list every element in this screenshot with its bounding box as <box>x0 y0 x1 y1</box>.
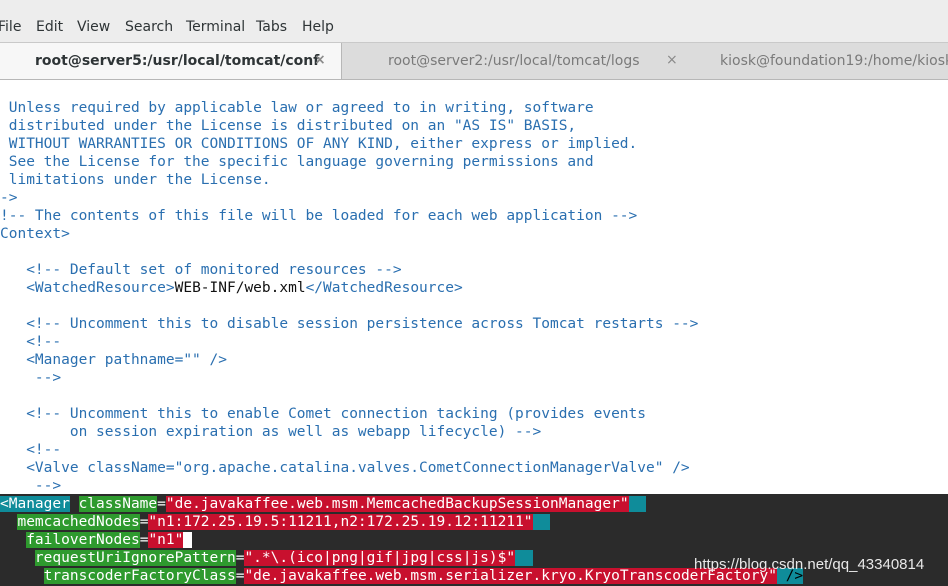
terminal-line: --> <box>0 478 62 494</box>
terminal-line: Context> <box>0 226 70 242</box>
attr-name: transcoderFactoryClass <box>43 568 236 584</box>
menu-help[interactable]: Help <box>302 19 334 35</box>
attr-name: requestUriIgnorePattern <box>34 550 236 566</box>
manager-line: memcachedNodes="n1:172.25.19.5:11211,n2:… <box>0 513 550 531</box>
tab-foundation19[interactable]: kiosk@foundation19:/home/kiosk/ <box>696 43 948 79</box>
terminal-line: <!-- <box>0 442 62 458</box>
space <box>69 496 79 512</box>
menu-file[interactable]: File <box>0 19 21 35</box>
manager-line: transcoderFactoryClass="de.javakaffee.we… <box>0 567 804 585</box>
terminal-line: --> <box>0 370 62 386</box>
tab-label: root@server2:/usr/local/tomcat/logs <box>388 53 640 69</box>
terminal-line: <Manager pathname="" /> <box>0 352 227 368</box>
menu-view[interactable]: View <box>77 19 110 35</box>
terminal-line: <!-- <box>0 334 62 350</box>
terminal-line: limitations under the License. <box>0 172 271 188</box>
tab-bar: root@server5:/usr/local/tomcat/conf × ro… <box>0 42 948 80</box>
terminal-line: distributed under the License is distrib… <box>0 118 577 134</box>
terminal-line: <!-- Uncomment this to enable Comet conn… <box>0 406 647 422</box>
equals-sign: = <box>157 496 166 512</box>
tab-label: root@server5:/usr/local/tomcat/conf <box>35 53 320 69</box>
attr-name: memcachedNodes <box>17 514 140 530</box>
terminal-line: <!-- Uncomment this to disable session p… <box>0 316 699 332</box>
menu-search[interactable]: Search <box>125 19 173 35</box>
line-end <box>628 496 647 512</box>
attr-value: "n1:172.25.19.5:11211,n2:172.25.19.12:11… <box>148 514 533 530</box>
terminal-line: Unless required by applicable law or agr… <box>0 100 594 116</box>
terminal-line: <Valve className="org.apache.catalina.va… <box>0 460 690 476</box>
manager-tag: <Manager <box>0 496 70 512</box>
attr-value: "de.javakaffee.web.msm.MemcachedBackupSe… <box>165 496 629 512</box>
terminal-line: See the License for the specific languag… <box>0 154 594 170</box>
menu-bar: File Edit View Search Terminal Tabs Help <box>0 0 948 42</box>
tag-content: WEB-INF/web.xml <box>174 280 306 296</box>
terminal-line: on session expiration as well as webapp … <box>0 424 542 440</box>
terminal-line: !-- The contents of this file will be lo… <box>0 208 638 224</box>
terminal-line: -> <box>0 190 18 206</box>
terminal-line: WITHOUT WARRANTIES OR CONDITIONS OF ANY … <box>0 136 638 152</box>
terminal-line: <!-- Default set of monitored resources … <box>0 262 402 278</box>
attr-name: className <box>78 496 158 512</box>
line-end <box>515 550 533 566</box>
attr-value: ".*\.(ico|png|gif|jpg|css|js)$" <box>244 550 516 566</box>
menu-terminal[interactable]: Terminal <box>186 19 245 35</box>
menu-edit[interactable]: Edit <box>36 19 63 35</box>
cursor <box>183 532 193 548</box>
attr-name: failoverNodes <box>26 532 140 548</box>
menu-tabs[interactable]: Tabs <box>256 19 287 35</box>
line-end <box>532 514 550 530</box>
close-tag: </WatchedResource> <box>305 280 463 296</box>
attr-value: "n1" <box>148 532 184 548</box>
manager-line: requestUriIgnorePattern=".*\.(ico|png|gi… <box>0 549 533 567</box>
close-icon[interactable]: × <box>666 52 678 68</box>
watched-resource-line: <WatchedResource>WEB-INF/web.xml</Watche… <box>0 279 463 297</box>
tab-label: kiosk@foundation19:/home/kiosk/ <box>720 53 948 69</box>
watermark: https://blog.csdn.net/qq_43340814 <box>694 556 925 573</box>
tab-server5[interactable]: root@server5:/usr/local/tomcat/conf × <box>0 43 342 79</box>
manager-line: <Manager className="de.javakaffee.web.ms… <box>0 495 647 513</box>
open-tag: <WatchedResource> <box>26 280 175 296</box>
manager-line: failoverNodes="n1" <box>0 531 193 549</box>
close-icon[interactable]: × <box>314 52 326 68</box>
tab-server2[interactable]: root@server2:/usr/local/tomcat/logs × <box>343 43 695 79</box>
